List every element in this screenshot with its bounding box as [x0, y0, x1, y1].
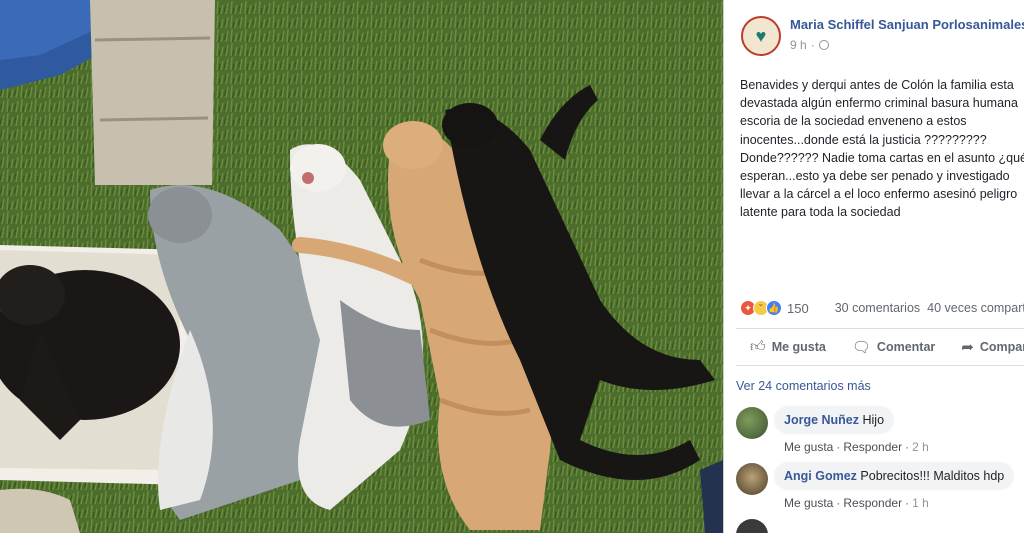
post-time-row: 9 h · [790, 38, 1024, 52]
comment-body: Jorge Nuñez Hijo Me gusta · Responder · 2 h [774, 406, 929, 454]
speech-bubble-icon: 🗨︎ [851, 339, 871, 356]
comment-button[interactable]: 🗨︎ Comentar [852, 338, 935, 356]
comment-button-label: Comentar [876, 340, 936, 354]
comment-text: Pobrecitos!!! Malditos hdp [860, 469, 1005, 483]
view-more-comments-link[interactable]: Ver 24 comentarios más [724, 366, 1024, 406]
comment-item-partial [724, 518, 1024, 533]
like-reaction-icon: 👍 [766, 300, 782, 316]
comment-age[interactable]: 1 h [912, 496, 929, 510]
share-arrow-icon: ➦ [961, 339, 974, 356]
post-side-panel: ♥ Maria Schiffel Sanjuan Porlosanimales … [723, 0, 1024, 533]
photo-viewer: ♥ Maria Schiffel Sanjuan Porlosanimales … [0, 0, 1024, 533]
author-avatar[interactable]: ♥ [741, 16, 781, 56]
globe-icon [818, 40, 829, 50]
thumbs-up-icon: 👍︎ [750, 338, 766, 355]
comment-item: Jorge Nuñez Hijo Me gusta · Responder · 2 h [724, 406, 1024, 454]
comment-like-link[interactable]: Me gusta [784, 440, 833, 454]
post-photo[interactable] [0, 0, 723, 533]
reactions-count: 150 [787, 300, 809, 316]
like-button-label: Me gusta [771, 340, 826, 354]
commenter-name[interactable]: Jorge Nuñez [784, 413, 859, 427]
comment-actions: Me gusta · Responder · 1 h [784, 496, 929, 510]
post-timestamp[interactable]: 9 h [790, 38, 807, 52]
shares-count[interactable]: 40 veces compartido [927, 301, 1024, 315]
comment-body: Angi Gomez Pobrecitos!!! Malditos hdp Me… [774, 462, 1015, 510]
heart-logo-icon: ♥ [755, 26, 767, 46]
comment-reply-link[interactable]: Responder [843, 440, 902, 454]
comment-actions: Me gusta · Responder · 2 h [784, 440, 929, 454]
commenter-avatar[interactable] [736, 519, 768, 533]
comment-bubble: Angi Gomez Pobrecitos!!! Malditos hdp [774, 462, 1015, 490]
post-stats: ✦ ˘ 👍 150 30 comentarios 40 veces compar… [724, 296, 1024, 320]
post-actions: 👍︎ Me gusta 🗨︎ Comentar ➦ Compartir [736, 328, 1024, 366]
comment-age[interactable]: 2 h [912, 440, 929, 454]
share-button-label: Compartir [979, 340, 1024, 354]
comment-reply-link[interactable]: Responder [843, 496, 902, 510]
like-button[interactable]: 👍︎ Me gusta [750, 338, 826, 356]
commenter-avatar[interactable] [736, 463, 768, 495]
comment-like-link[interactable]: Me gusta [784, 496, 833, 510]
comment-item: Angi Gomez Pobrecitos!!! Malditos hdp Me… [724, 462, 1024, 510]
post-text: Benavides y derqui antes de Colón la fam… [740, 78, 1024, 220]
photo-illustration [0, 0, 723, 533]
share-button[interactable]: ➦ Compartir [961, 338, 1024, 356]
comments-count[interactable]: 30 comentarios [835, 301, 920, 315]
commenter-name[interactable]: Angi Gomez [784, 469, 857, 483]
commenter-avatar[interactable] [736, 407, 768, 439]
post-meta: Maria Schiffel Sanjuan Porlosanimales 9 … [790, 16, 1024, 52]
author-name[interactable]: Maria Schiffel Sanjuan Porlosanimales [790, 17, 1024, 32]
reactions-summary[interactable]: ✦ ˘ 👍 150 [740, 300, 809, 316]
post-header: ♥ Maria Schiffel Sanjuan Porlosanimales … [724, 0, 1024, 70]
comment-text: Hijo [862, 413, 885, 427]
comment-bubble: Jorge Nuñez Hijo [774, 406, 895, 434]
